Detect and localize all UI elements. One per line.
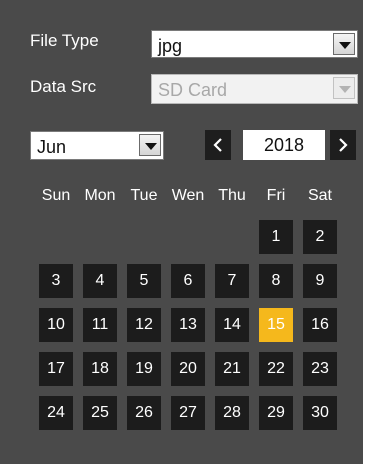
calendar-day[interactable]: 8	[259, 264, 293, 298]
chevron-down-icon[interactable]	[333, 33, 355, 55]
chevron-left-icon	[213, 138, 222, 152]
month-value: Jun	[37, 137, 67, 157]
calendar-day[interactable]: 16	[303, 308, 337, 342]
data-src-select[interactable]: SD Card	[151, 74, 358, 104]
calendar-day[interactable]: 5	[127, 264, 161, 298]
calendar-day[interactable]: 25	[83, 396, 117, 430]
calendar-day[interactable]: 4	[83, 264, 117, 298]
calendar-day[interactable]: 17	[39, 352, 73, 386]
data-src-label: Data Src	[30, 77, 97, 96]
calendar-day[interactable]: 10	[39, 308, 73, 342]
chevron-down-icon[interactable]	[333, 77, 355, 99]
calendar-day-selected[interactable]: 15	[259, 308, 293, 342]
month-select[interactable]: Jun	[30, 131, 164, 160]
weekday-label: Tue	[130, 187, 158, 204]
calendar-day[interactable]: 26	[127, 396, 161, 430]
calendar-day[interactable]: 3	[39, 264, 73, 298]
data-src-value: SD Card	[158, 80, 228, 100]
calendar-day[interactable]: 20	[171, 352, 205, 386]
calendar-day[interactable]: 19	[127, 352, 161, 386]
calendar-day[interactable]: 21	[215, 352, 249, 386]
calendar-day[interactable]: 6	[171, 264, 205, 298]
calendar-day[interactable]: 29	[259, 396, 293, 430]
calendar-day[interactable]: 11	[83, 308, 117, 342]
calendar-day[interactable]: 27	[171, 396, 205, 430]
calendar-day[interactable]: 18	[83, 352, 117, 386]
weekday-label: Thu	[218, 187, 246, 204]
file-type-label: File Type	[30, 31, 99, 50]
calendar-day[interactable]: 1	[259, 220, 293, 254]
file-type-value: jpg	[158, 36, 183, 56]
year-value: 2018	[243, 130, 325, 160]
calendar-day[interactable]: 30	[303, 396, 337, 430]
calendar-day[interactable]: 22	[259, 352, 293, 386]
prev-year-button[interactable]	[205, 130, 231, 160]
weekday-label: Sun	[41, 187, 71, 204]
calendar-day[interactable]: 13	[171, 308, 205, 342]
next-year-button[interactable]	[330, 130, 356, 160]
file-type-select[interactable]: jpg	[151, 30, 358, 58]
calendar-day[interactable]: 14	[215, 308, 249, 342]
calendar-day[interactable]: 2	[303, 220, 337, 254]
chevron-right-icon	[339, 138, 348, 152]
calendar-day[interactable]: 28	[215, 396, 249, 430]
search-panel: File Type jpg Data Src SD Card Jun 2018 …	[0, 0, 363, 464]
chevron-down-icon[interactable]	[139, 134, 161, 156]
weekday-label: Wen	[171, 187, 205, 204]
calendar-day[interactable]: 23	[303, 352, 337, 386]
weekday-label: Mon	[84, 187, 116, 204]
weekday-label: Fri	[266, 187, 286, 204]
calendar-day[interactable]: 24	[39, 396, 73, 430]
calendar-day[interactable]: 7	[215, 264, 249, 298]
calendar-day[interactable]: 9	[303, 264, 337, 298]
weekday-label: Sat	[307, 187, 332, 204]
calendar-day[interactable]: 12	[127, 308, 161, 342]
